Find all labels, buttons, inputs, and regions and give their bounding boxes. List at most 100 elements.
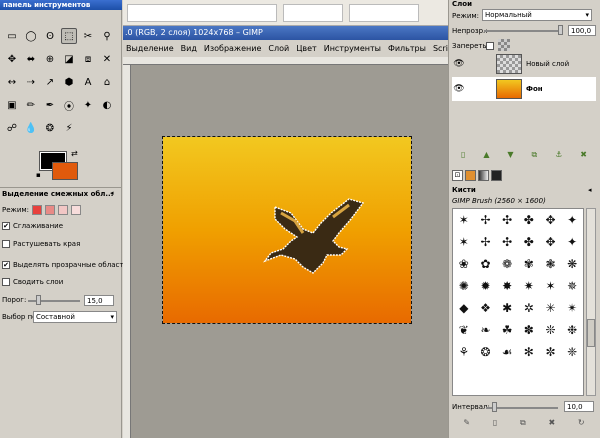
brush-thumbnail[interactable]: ✥ — [540, 231, 562, 253]
brush-thumbnail[interactable]: ✻ — [518, 341, 540, 363]
menu-item[interactable]: Фильтры — [388, 44, 426, 53]
new-layer-icon[interactable]: ▯ — [461, 150, 465, 162]
tool-button[interactable]: ⬚ — [61, 28, 77, 44]
mode-intersect-button[interactable] — [71, 205, 82, 215]
tool-button[interactable]: ◪ — [61, 51, 77, 67]
tool-button[interactable]: ↗ — [42, 74, 58, 90]
image-canvas[interactable] — [162, 136, 412, 324]
tool-button[interactable]: ↔ — [4, 74, 20, 90]
tool-button[interactable]: ⬢ — [61, 74, 77, 90]
menu-item[interactable]: Вид — [181, 44, 197, 53]
tool-button[interactable]: ✥ — [4, 51, 20, 67]
brush-thumbnail[interactable]: ✣ — [496, 209, 518, 231]
brush-thumbnail[interactable]: ❧ — [475, 319, 497, 341]
brush-thumbnail[interactable]: ✹ — [475, 275, 497, 297]
anchor-layer-icon[interactable]: ⚓ — [555, 150, 562, 162]
brush-thumbnail[interactable]: ◆ — [453, 297, 475, 319]
select-by-dropdown[interactable]: Составной ▾ — [33, 311, 117, 323]
brush-thumbnail[interactable]: ❦ — [453, 319, 475, 341]
delete-layer-icon[interactable]: ✖ — [580, 150, 587, 162]
tool-button[interactable]: ✕ — [99, 51, 115, 67]
brush-thumbnail[interactable]: ☙ — [496, 341, 518, 363]
brush-thumbnail[interactable]: ✿ — [475, 253, 497, 275]
brush-grid[interactable]: ✶ ✢ ✣ ✤ ✥ ✦ ✶ ✢ ✣ ✤ ✥ ✦ ❀ ✿ ❁ ✾ ❃ ❋ ✺ ✹ ✸ ✷ ✶ ✵ ◆ ❖ ✱ ✲ ✳ ✴ ❦ ❧ ☘ ✽ ❊ ❉ ⚘ ❂ ☙ ✻… — [452, 208, 584, 396]
layer-mode-dropdown[interactable]: Нормальный ▾ — [482, 9, 592, 21]
tool-button[interactable]: ʘ — [42, 28, 58, 44]
layer-row[interactable]: 👁 Фон — [452, 77, 596, 101]
brush-thumbnail[interactable]: ⚘ — [453, 341, 475, 363]
brush-thumbnail[interactable]: ❀ — [453, 253, 475, 275]
opacity-input[interactable]: 100,0 — [568, 25, 596, 36]
new-brush-icon[interactable]: ▯ — [493, 418, 497, 430]
threshold-input[interactable]: 15,0 — [84, 295, 114, 306]
tool-button[interactable]: ⚲ — [99, 28, 115, 44]
brush-thumbnail[interactable]: ✼ — [540, 341, 562, 363]
duplicate-layer-icon[interactable]: ⧉ — [532, 150, 538, 162]
menu-item[interactable]: Цвет — [296, 44, 317, 53]
brush-thumbnail[interactable]: ❋ — [561, 253, 583, 275]
brush-thumbnail[interactable]: ✶ — [540, 275, 562, 297]
brush-scrollbar[interactable] — [586, 208, 596, 396]
reset-colors-icon[interactable]: ▪ — [36, 171, 41, 179]
tool-button[interactable]: ✒ — [42, 97, 58, 113]
brush-thumbnail[interactable]: ✦ — [561, 209, 583, 231]
spacing-input[interactable]: 10,0 — [564, 401, 594, 412]
tool-button[interactable]: ⇢ — [23, 74, 39, 90]
mode-subtract-button[interactable] — [58, 205, 69, 215]
tool-button[interactable]: ✂ — [80, 28, 96, 44]
mode-replace-button[interactable] — [32, 205, 43, 215]
raise-layer-icon[interactable]: ▲ — [483, 150, 489, 162]
brush-thumbnail[interactable]: ✴ — [561, 297, 583, 319]
menu-item[interactable]: Изображение — [204, 44, 262, 53]
spacing-slider-handle[interactable] — [492, 402, 497, 412]
swap-colors-icon[interactable]: ⇄ — [71, 149, 78, 158]
brush-thumbnail[interactable]: ☘ — [496, 319, 518, 341]
select-transparent-checkbox[interactable]: ✔ — [2, 261, 10, 269]
brush-thumbnail[interactable]: ✤ — [518, 209, 540, 231]
tool-button[interactable]: ⧈ — [80, 51, 96, 67]
visibility-eye-icon[interactable]: 👁 — [452, 84, 466, 94]
brush-thumbnail[interactable]: ✳ — [540, 297, 562, 319]
vertical-ruler[interactable] — [123, 65, 131, 438]
brush-thumbnail[interactable]: ✺ — [453, 275, 475, 297]
visibility-eye-icon[interactable]: 👁 — [452, 59, 466, 69]
sample-merged-checkbox[interactable] — [2, 278, 10, 286]
threshold-slider-handle[interactable] — [36, 295, 41, 305]
menu-item[interactable]: Script- — [433, 44, 448, 53]
lock-alpha-checkbox[interactable] — [486, 42, 494, 50]
brush-thumbnail[interactable]: ❈ — [561, 341, 583, 363]
tool-button[interactable]: A — [80, 74, 96, 90]
horizontal-ruler[interactable] — [123, 57, 448, 65]
opacity-slider-handle[interactable] — [558, 25, 563, 35]
brush-thumbnail[interactable]: ❂ — [475, 341, 497, 363]
tool-button[interactable]: 💧 — [23, 120, 39, 136]
brush-thumbnail[interactable]: ✷ — [518, 275, 540, 297]
feather-checkbox[interactable] — [2, 240, 10, 248]
tool-button[interactable]: ⌂ — [99, 74, 115, 90]
brush-thumbnail[interactable]: ❃ — [540, 253, 562, 275]
brush-thumbnail[interactable]: ✶ — [453, 209, 475, 231]
brush-thumbnail[interactable]: ❉ — [561, 319, 583, 341]
tool-button[interactable]: ⬌ — [23, 51, 39, 67]
brush-thumbnail[interactable]: ✢ — [475, 231, 497, 253]
tab-brushes[interactable] — [465, 170, 476, 181]
brush-thumbnail[interactable]: ✸ — [496, 275, 518, 297]
antialias-checkbox[interactable]: ✔ — [2, 222, 10, 230]
opacity-slider[interactable] — [484, 30, 562, 32]
brush-thumbnail[interactable]: ❖ — [475, 297, 497, 319]
layer-row[interactable]: 👁 Новый слой — [452, 52, 596, 76]
mode-add-button[interactable] — [45, 205, 56, 215]
tool-button[interactable]: ◯ — [23, 28, 39, 44]
menu-item[interactable]: Инструменты — [324, 44, 381, 53]
tool-button[interactable]: ⦿ — [61, 97, 77, 113]
antialias-option[interactable]: ✔ Сглаживание — [2, 222, 63, 230]
tool-button[interactable]: ❂ — [42, 120, 58, 136]
brush-thumbnail[interactable]: ✱ — [496, 297, 518, 319]
lower-layer-icon[interactable]: ▼ — [507, 150, 513, 162]
tool-button[interactable]: ◐ — [99, 97, 115, 113]
brush-thumbnail[interactable]: ✾ — [518, 253, 540, 275]
brush-scrollbar-thumb[interactable] — [587, 319, 595, 347]
brush-thumbnail[interactable]: ❁ — [496, 253, 518, 275]
tab-patterns[interactable] — [491, 170, 502, 181]
options-menu-icon[interactable]: ◂ — [110, 189, 114, 197]
